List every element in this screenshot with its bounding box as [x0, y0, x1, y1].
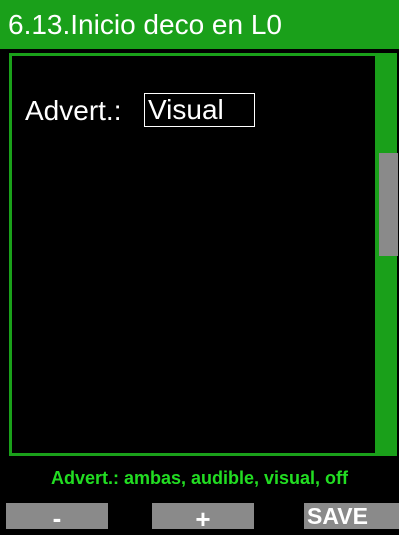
save-button[interactable]: SAVE	[304, 503, 399, 529]
title-bar: 6.13.Inicio deco en L0	[0, 0, 399, 49]
scrollbar-thumb[interactable]	[379, 153, 398, 256]
warning-value-field[interactable]: Visual	[144, 93, 255, 127]
warning-label: Advert.:	[25, 95, 122, 126]
options-hint: Advert.: ambas, audible, visual, off	[50, 468, 349, 488]
increase-button[interactable]: +	[152, 503, 254, 534]
decrease-button[interactable]: -	[6, 503, 108, 533]
settings-panel: Advert.: Visual	[9, 53, 378, 456]
page-title: 6.13.Inicio deco en L0	[8, 9, 282, 40]
